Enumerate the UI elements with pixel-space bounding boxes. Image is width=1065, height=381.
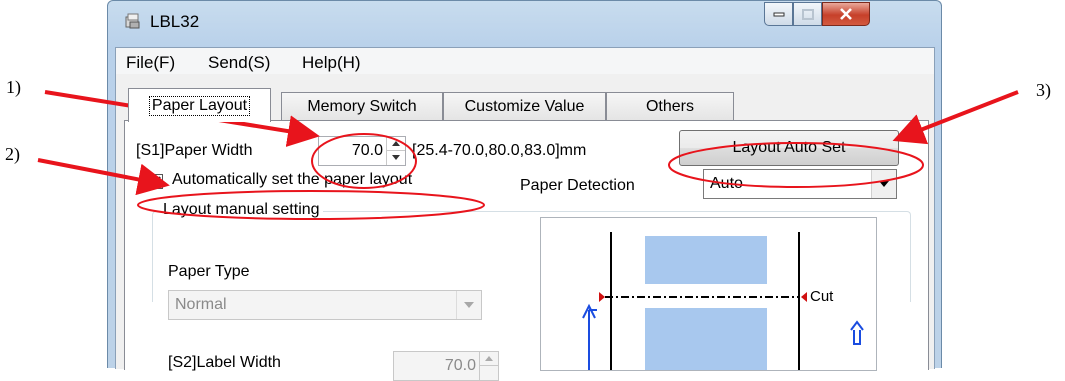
annotation-circle-2: [137, 190, 485, 220]
annotation-circle-3: [668, 142, 924, 188]
annotation-circle-1: [311, 133, 417, 189]
annotation-3: 3): [1036, 80, 1051, 100]
annotation-2: 2): [5, 144, 20, 164]
tab-paper-layout[interactable]: Paper Layout: [128, 88, 271, 122]
annotation-1: 1): [6, 77, 21, 97]
annotation-arrow-3: [892, 90, 1019, 145]
annotation-overlay: [37, 90, 1019, 220]
tab-label: Paper Layout: [148, 95, 251, 116]
annotation-arrow-2: [37, 158, 170, 196]
